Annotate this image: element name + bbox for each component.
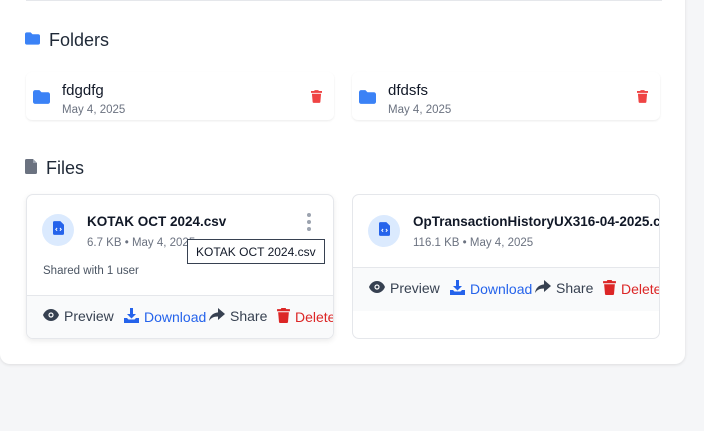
folder-icon — [33, 90, 50, 109]
download-icon — [450, 280, 465, 298]
preview-button[interactable]: Preview — [369, 280, 440, 296]
download-button[interactable]: Download — [450, 280, 532, 298]
file-actions: Preview Download Share Delete — [353, 267, 659, 311]
files-header: Files — [25, 158, 84, 179]
delete-label: Delete — [295, 309, 334, 325]
download-button[interactable]: Download — [124, 308, 206, 326]
file-meta: 116.1 KB • May 4, 2025 — [413, 237, 534, 249]
preview-button[interactable]: Preview — [43, 308, 114, 324]
share-icon — [209, 308, 225, 324]
delete-label: Delete — [621, 281, 660, 297]
file-name[interactable]: KOTAK OCT 2024.csv — [87, 214, 226, 229]
top-divider — [26, 0, 662, 1]
preview-label: Preview — [390, 280, 440, 296]
file-card[interactable]: OpTransactionHistoryUX316-04-2025.csv 11… — [352, 194, 660, 339]
folder-card[interactable]: fdgdfg May 4, 2025 — [26, 72, 334, 120]
delete-button[interactable]: Delete — [277, 308, 334, 326]
download-label: Download — [470, 281, 533, 297]
shared-status: Shared with 1 user — [43, 265, 139, 277]
eye-icon — [43, 308, 59, 324]
delete-folder-icon[interactable] — [637, 90, 648, 108]
share-label: Share — [556, 280, 594, 296]
file-card[interactable]: KOTAK OCT 2024.csv 6.7 KB • May 4, 2025 … — [26, 194, 334, 339]
file-type-badge — [368, 215, 400, 247]
download-icon — [124, 308, 139, 326]
folders-header: Folders — [25, 30, 109, 51]
code-file-icon — [378, 221, 390, 241]
download-label: Download — [144, 309, 207, 325]
delete-folder-icon[interactable] — [311, 90, 322, 108]
files-title: Files — [46, 158, 85, 178]
folder-name[interactable]: dfdsfs — [388, 82, 428, 99]
folder-card[interactable]: dfdsfs May 4, 2025 — [352, 72, 660, 120]
folders-title: Folders — [49, 30, 110, 50]
filename-tooltip: KOTAK OCT 2024.csv — [187, 239, 325, 264]
share-label: Share — [230, 308, 268, 324]
share-icon — [535, 280, 551, 296]
file-actions: Preview Download Share Delete — [27, 295, 334, 338]
file-meta: 6.7 KB • May 4, 2025 — [87, 237, 196, 249]
folder-icon — [359, 90, 376, 109]
share-button[interactable]: Share — [535, 280, 593, 296]
file-type-badge — [42, 214, 74, 246]
folder-date: May 4, 2025 — [62, 104, 126, 116]
more-options-icon[interactable] — [307, 213, 311, 231]
folder-date: May 4, 2025 — [388, 104, 452, 116]
trash-icon — [277, 308, 290, 326]
share-button[interactable]: Share — [209, 308, 267, 324]
file-section-icon — [25, 158, 37, 179]
code-file-icon — [52, 220, 64, 240]
file-name[interactable]: OpTransactionHistoryUX316-04-2025.csv — [413, 214, 659, 229]
eye-icon — [369, 280, 385, 296]
trash-icon — [603, 280, 616, 298]
folder-section-icon — [25, 31, 40, 50]
delete-button[interactable]: Delete — [603, 280, 660, 298]
preview-label: Preview — [64, 308, 114, 324]
folder-name[interactable]: fdgdfg — [62, 82, 104, 99]
